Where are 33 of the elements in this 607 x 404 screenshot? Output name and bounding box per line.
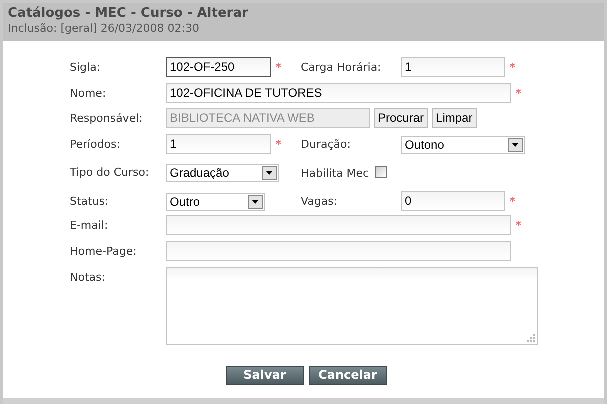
field-label: Sigla: [70, 60, 102, 76]
field-label: Tipo do Curso: [70, 165, 150, 181]
field-label: Status: [70, 194, 110, 210]
field-label: Vagas: [301, 194, 339, 210]
caret-icon [508, 138, 523, 152]
field-label: Home-Page: [70, 244, 138, 260]
action-button[interactable]: Salvar [226, 366, 304, 384]
text-field[interactable] [166, 214, 511, 234]
action-button[interactable]: Cancelar [309, 366, 387, 384]
window-title: Catálogos - MEC - Curso - Alterar [8, 5, 250, 22]
text-field[interactable]: 1 [166, 134, 271, 154]
resize-grip-icon [527, 334, 535, 342]
field-label: Duração: [301, 137, 352, 153]
caret-icon [248, 194, 263, 208]
text-field[interactable]: 102-OFICINA DE TUTORES [166, 83, 511, 103]
text-field[interactable]: 0 [401, 190, 505, 210]
text-field[interactable]: 1 [401, 57, 505, 77]
caret-icon [262, 166, 277, 180]
field-label: Habilita Mec [301, 166, 370, 182]
field-label: Notas: [70, 270, 106, 286]
dropdown[interactable]: Graduação [166, 164, 279, 182]
dropdown[interactable]: Outono [401, 136, 525, 154]
field-label: Períodos: [70, 137, 122, 153]
subtitle: Inclusão: [geral] 26/03/2008 02:30 [8, 22, 200, 36]
field-label: E-mail: [70, 218, 110, 234]
checkbox[interactable] [375, 166, 388, 178]
dropdown[interactable]: Outro [166, 192, 265, 210]
text-field[interactable] [166, 240, 511, 260]
field-label: Nome: [70, 86, 108, 102]
field-label: Carga Horária: [301, 60, 382, 76]
notes-textarea[interactable] [166, 266, 538, 344]
text-field[interactable]: 102-OF-250 [166, 57, 271, 77]
field-label: Responsável: [70, 111, 144, 127]
